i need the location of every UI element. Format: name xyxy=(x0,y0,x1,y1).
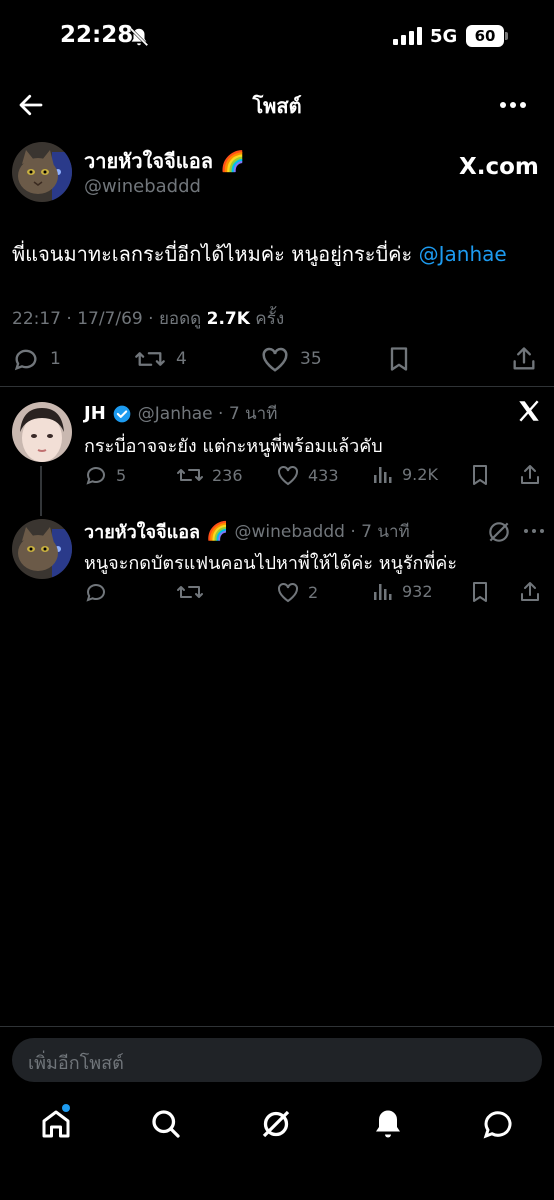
nav-grok[interactable] xyxy=(258,1106,294,1142)
reply-handle[interactable]: @winebaddd · 7 นาที xyxy=(234,518,409,545)
more-button[interactable] xyxy=(498,92,528,118)
source-badge: X.com xyxy=(459,154,539,180)
battery-cap xyxy=(505,32,508,40)
reply-header: วายหัวใจจีแอล 🌈 @winebaddd · 7 นาที xyxy=(84,517,410,546)
verified-icon xyxy=(113,405,131,422)
like-button[interactable]: 35 xyxy=(260,345,322,373)
like-icon xyxy=(278,582,298,603)
repost-icon xyxy=(177,586,203,598)
reply-icon xyxy=(86,467,105,485)
divider xyxy=(0,1026,554,1027)
reply-like-button[interactable]: 433 xyxy=(276,463,339,487)
signal-icon xyxy=(393,27,423,45)
page-title: โพสต์ xyxy=(252,94,302,118)
post-meta: 22:17 · 17/7/69 · ยอดดู 2.7K ครั้ง xyxy=(12,305,284,332)
post-text: พี่แจนมาทะเลกระบี่อีกได้ไหมค่ะ หนูอยู่กร… xyxy=(12,238,552,270)
compose-placeholder: เพิ่มอีกโพสต์ xyxy=(28,1053,124,1074)
reply-reply-button[interactable] xyxy=(84,580,108,604)
reply-author-emoji: 🌈 xyxy=(206,521,229,542)
bookmark-button[interactable] xyxy=(386,345,412,373)
more-icon xyxy=(524,529,544,533)
mention-link[interactable]: @Janhae xyxy=(419,242,507,266)
views-count: 9.2K xyxy=(402,464,438,484)
nav-search[interactable] xyxy=(148,1106,184,1142)
reply-views-button[interactable]: 932 xyxy=(372,580,433,602)
reply-icon xyxy=(14,349,37,371)
reply-views-button[interactable]: 9.2K xyxy=(372,463,438,485)
repost-count: 236 xyxy=(212,465,243,485)
reply-count: 5 xyxy=(116,465,127,485)
reply-text: หนูจะกดบัตรแฟนคอนไปหาพี่ให้ได้ค่ะ หนูรัก… xyxy=(84,553,458,574)
grok-icon[interactable] xyxy=(486,519,512,545)
author-name[interactable]: วายหัวใจจีแอล 🌈 xyxy=(84,145,245,177)
home-icon xyxy=(42,1110,70,1138)
share-icon xyxy=(521,582,539,601)
repost-icon xyxy=(135,352,165,366)
reply-icon xyxy=(86,584,105,602)
x-logo-icon xyxy=(516,398,542,424)
bookmark-icon xyxy=(473,582,487,602)
share-icon xyxy=(521,465,539,484)
bell-off-icon xyxy=(128,26,150,48)
reply-text: กระบี่อาจจะยัง แต่กะหนูพี่พร้อมแล้วคับ xyxy=(84,436,383,457)
reply-avatar[interactable] xyxy=(12,519,72,579)
post-body: พี่แจนมาทะเลกระบี่อีกได้ไหมค่ะ หนูอยู่กร… xyxy=(12,242,419,266)
reply-button[interactable]: 1 xyxy=(12,345,61,373)
nav-messages[interactable] xyxy=(480,1106,516,1142)
author-name-text: วายหัวใจจีแอล xyxy=(84,149,213,173)
like-icon xyxy=(262,347,288,372)
battery-icon: 60 xyxy=(466,25,504,47)
notification-dot xyxy=(62,1104,70,1112)
reply-repost-button[interactable]: 236 xyxy=(176,463,243,487)
reply-share-button[interactable] xyxy=(518,463,542,487)
reply-handle[interactable]: @Janhae · 7 นาที xyxy=(138,400,278,427)
reply-avatar[interactable] xyxy=(12,402,72,462)
post-timestamp: 22:17 · 17/7/69 · ยอดดู xyxy=(12,309,207,329)
bookmark-icon xyxy=(473,465,487,485)
search-icon xyxy=(152,1110,180,1138)
reply-repost-button[interactable] xyxy=(176,580,204,604)
like-icon xyxy=(278,465,298,486)
repost-count: 4 xyxy=(176,349,187,369)
reply-author-name[interactable]: วายหัวใจจีแอล xyxy=(84,517,200,546)
network-label: 5G xyxy=(430,26,458,47)
views-icon xyxy=(374,467,392,483)
author-emoji: 🌈 xyxy=(219,149,245,173)
reply-reply-button[interactable]: 5 xyxy=(84,463,126,487)
views-suffix: ครั้ง xyxy=(249,309,285,329)
reply-bookmark-button[interactable] xyxy=(469,463,491,487)
status-time: 22:28 xyxy=(60,22,134,48)
more-icon xyxy=(500,102,526,108)
reply-author-name[interactable]: JH xyxy=(84,403,106,424)
views-icon xyxy=(374,584,392,600)
author-handle[interactable]: @winebaddd xyxy=(84,176,201,197)
thread-line xyxy=(40,466,42,516)
reply-count: 1 xyxy=(50,349,61,369)
nav-home[interactable] xyxy=(38,1106,74,1142)
nav-notifications[interactable] xyxy=(370,1106,406,1142)
like-count: 35 xyxy=(300,349,322,369)
view-count[interactable]: 2.7K xyxy=(207,309,250,329)
bell-icon xyxy=(376,1110,400,1138)
reply-more-button[interactable] xyxy=(522,521,546,541)
share-icon xyxy=(513,347,535,370)
reply-header: JH @Janhae · 7 นาที xyxy=(84,400,277,427)
share-button[interactable] xyxy=(510,345,538,373)
like-count: 433 xyxy=(308,465,339,485)
repost-button[interactable]: 4 xyxy=(134,345,187,373)
avatar[interactable] xyxy=(12,142,72,202)
chat-icon xyxy=(483,1111,512,1139)
views-count: 932 xyxy=(402,581,433,601)
repost-icon xyxy=(177,469,203,481)
bookmark-icon xyxy=(390,347,408,371)
reply-bookmark-button[interactable] xyxy=(469,580,491,604)
like-count: 2 xyxy=(308,582,319,602)
reply-share-button[interactable] xyxy=(518,580,542,604)
divider xyxy=(0,386,554,387)
reply-like-button[interactable]: 2 xyxy=(276,580,318,604)
grok-icon xyxy=(262,1110,290,1138)
